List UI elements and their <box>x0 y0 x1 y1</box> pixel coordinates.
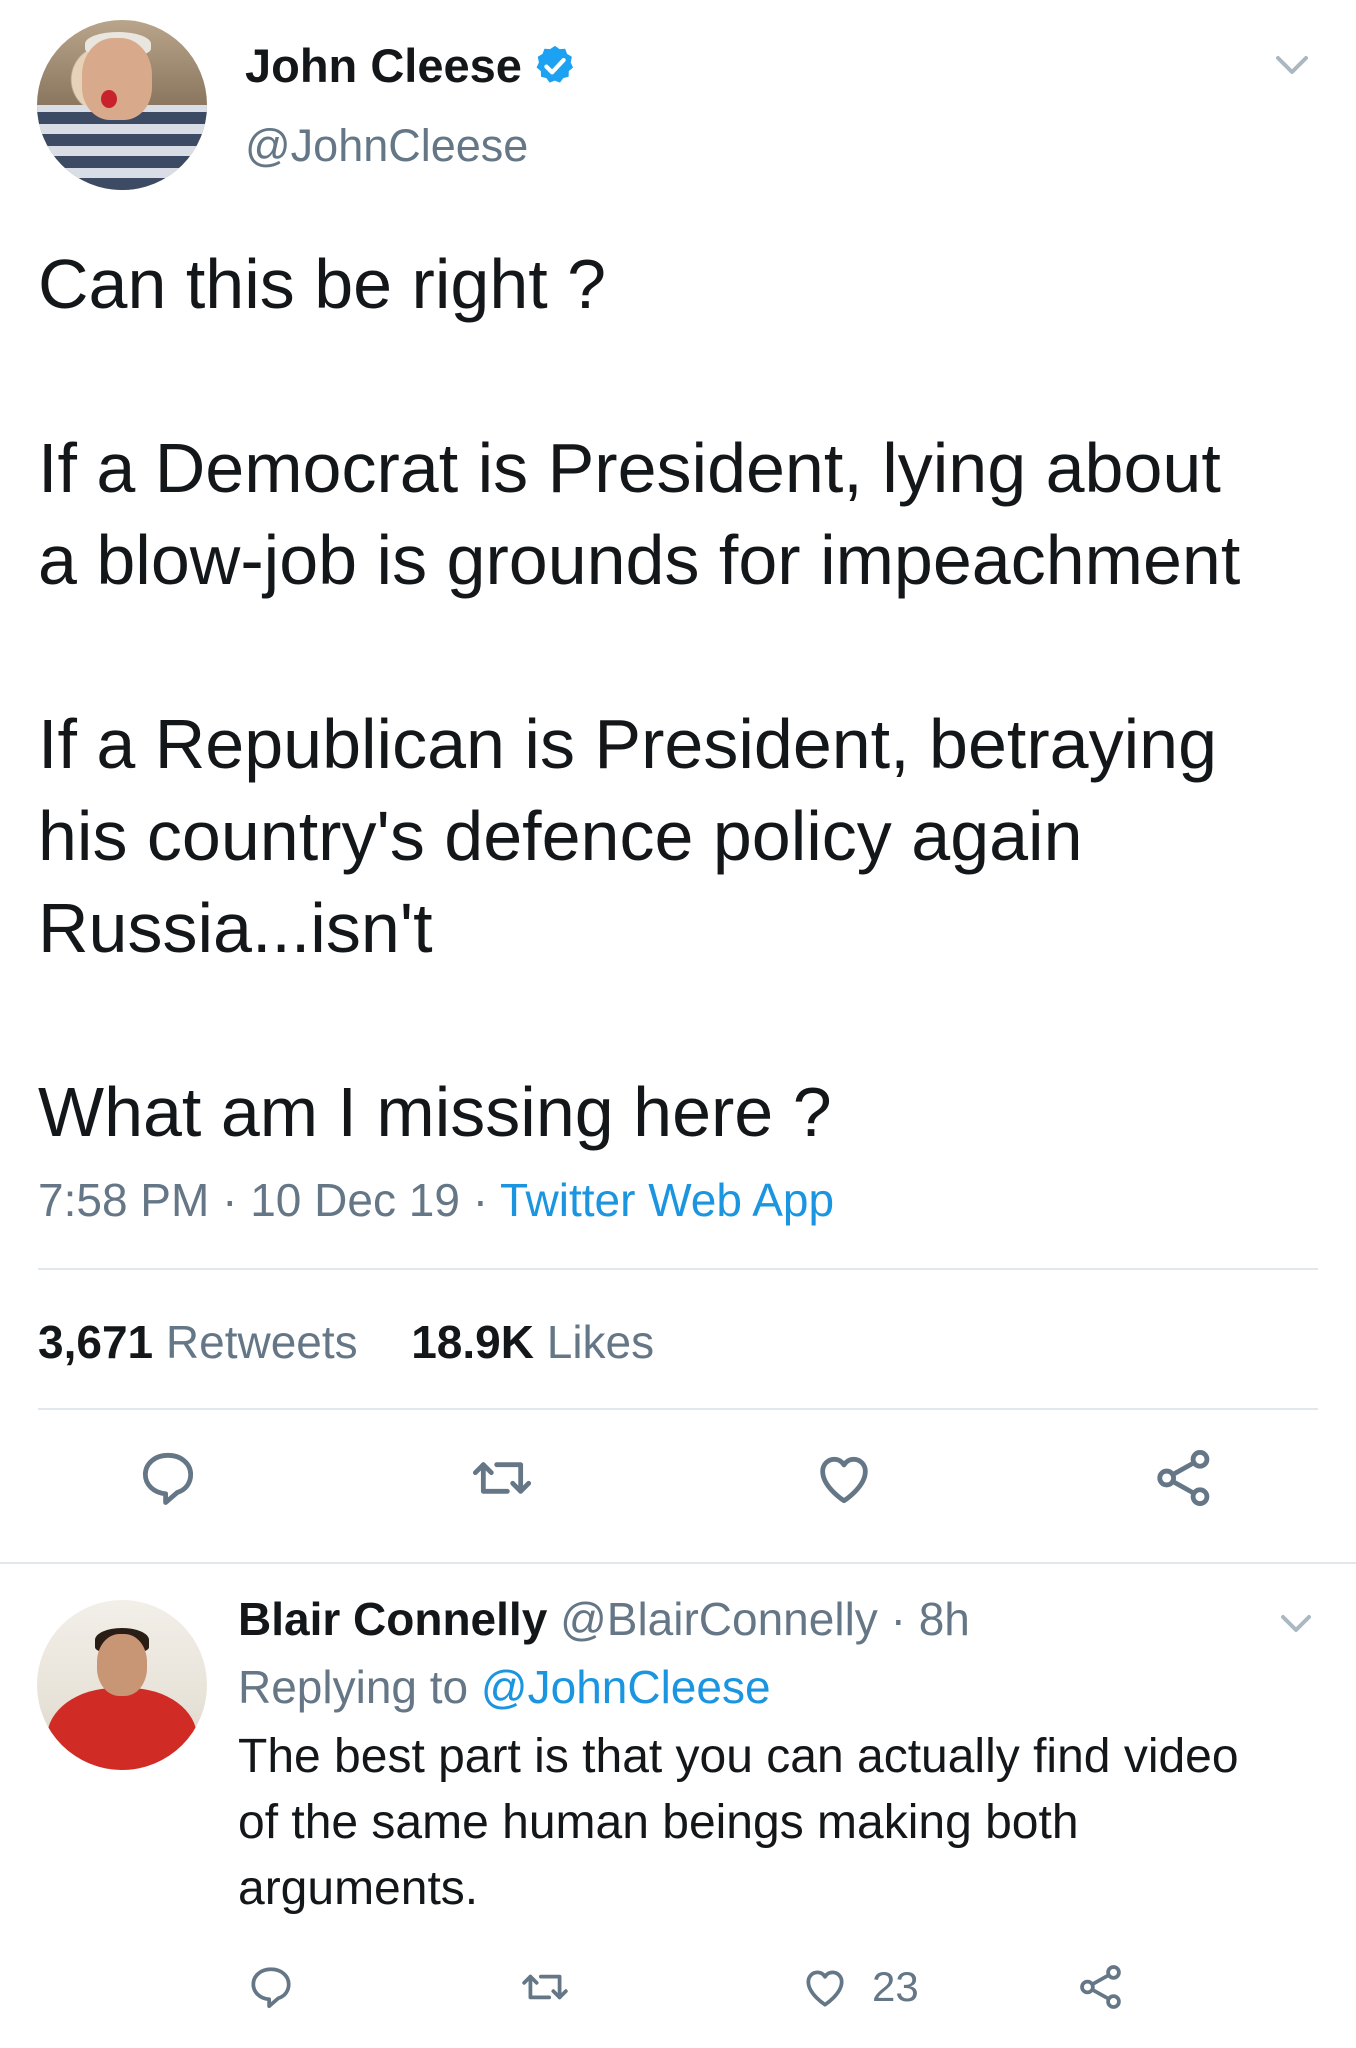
reply-icon[interactable] <box>246 1962 296 2012</box>
author-name[interactable]: John Cleese <box>245 38 522 94</box>
replying-to-link[interactable]: @JohnCleese <box>481 1661 771 1713</box>
reply-author-avatar[interactable] <box>37 1600 207 1770</box>
chevron-down-icon[interactable] <box>1278 1610 1314 1636</box>
share-icon[interactable] <box>1152 1446 1216 1510</box>
verified-badge-icon <box>536 45 573 83</box>
tweet-line: If a Republican is President, betraying <box>38 705 1217 783</box>
avatar-face <box>97 1634 147 1696</box>
tweet-stats: 3,671 Retweets 18.9K Likes <box>38 1312 654 1372</box>
retweet-count: 3,671 <box>38 1316 154 1368</box>
reply-line: The best part is that you can actually f… <box>238 1730 1239 1783</box>
reply-header: Blair Connelly @BlairConnelly · 8h <box>238 1593 970 1645</box>
thread-divider <box>0 1562 1356 1564</box>
like-icon[interactable] <box>800 1962 850 2012</box>
avatar-face <box>82 38 152 120</box>
replying-to: Replying to @JohnCleese <box>238 1656 771 1718</box>
divider <box>38 1408 1318 1410</box>
reply-line: arguments. <box>238 1862 479 1915</box>
divider <box>38 1268 1318 1270</box>
tweet-line: a blow-job is grounds for impeachment <box>38 521 1241 599</box>
tweet-meta: 7:58 PM · 10 Dec 19 · Twitter Web App <box>38 1174 835 1226</box>
reply-line: of the same human beings making both <box>238 1796 1079 1849</box>
retweet-label: Retweets <box>165 1316 358 1368</box>
tweet-time: 7:58 PM <box>38 1174 210 1226</box>
like-label: Likes <box>546 1316 655 1368</box>
tweet-text: Can this be right ? If a Democrat is Pre… <box>38 238 1328 1158</box>
tweet-line: If a Democrat is President, lying about <box>38 429 1221 507</box>
tweet-line: What am I missing here ? <box>38 1073 832 1151</box>
tweet-line: Russia...isn't <box>38 889 433 967</box>
reply-age: 8h <box>918 1593 970 1645</box>
reply-text: The best part is that you can actually f… <box>238 1724 1328 1922</box>
retweet-icon[interactable] <box>470 1446 534 1510</box>
author-name-row[interactable]: John Cleese <box>245 38 578 94</box>
reply-author-name[interactable]: Blair Connelly <box>238 1593 547 1645</box>
author-handle[interactable]: @JohnCleese <box>245 118 528 174</box>
author-avatar[interactable] <box>37 20 207 190</box>
share-icon[interactable] <box>1076 1962 1126 2012</box>
retweets-stat[interactable]: 3,671 Retweets <box>38 1316 370 1368</box>
avatar-body <box>47 1688 197 1770</box>
like-icon[interactable] <box>812 1446 876 1510</box>
reply-like-count: 23 <box>872 1963 919 2010</box>
likes-stat[interactable]: 18.9K Likes <box>411 1316 654 1368</box>
tweet-line: Can this be right ? <box>38 245 607 323</box>
like-count: 18.9K <box>411 1316 534 1368</box>
tweet-line: his country's defence policy again <box>38 797 1083 875</box>
chevron-down-icon[interactable] <box>1272 50 1312 80</box>
reply-icon[interactable] <box>136 1446 200 1510</box>
reply-author-handle[interactable]: @BlairConnelly <box>560 1593 878 1645</box>
replying-to-label: Replying to <box>238 1661 469 1713</box>
retweet-icon[interactable] <box>520 1962 570 2012</box>
tweet-date: 10 Dec 19 <box>250 1174 460 1226</box>
avatar-strawberry <box>101 90 117 108</box>
tweet-source-link[interactable]: Twitter Web App <box>500 1174 834 1226</box>
